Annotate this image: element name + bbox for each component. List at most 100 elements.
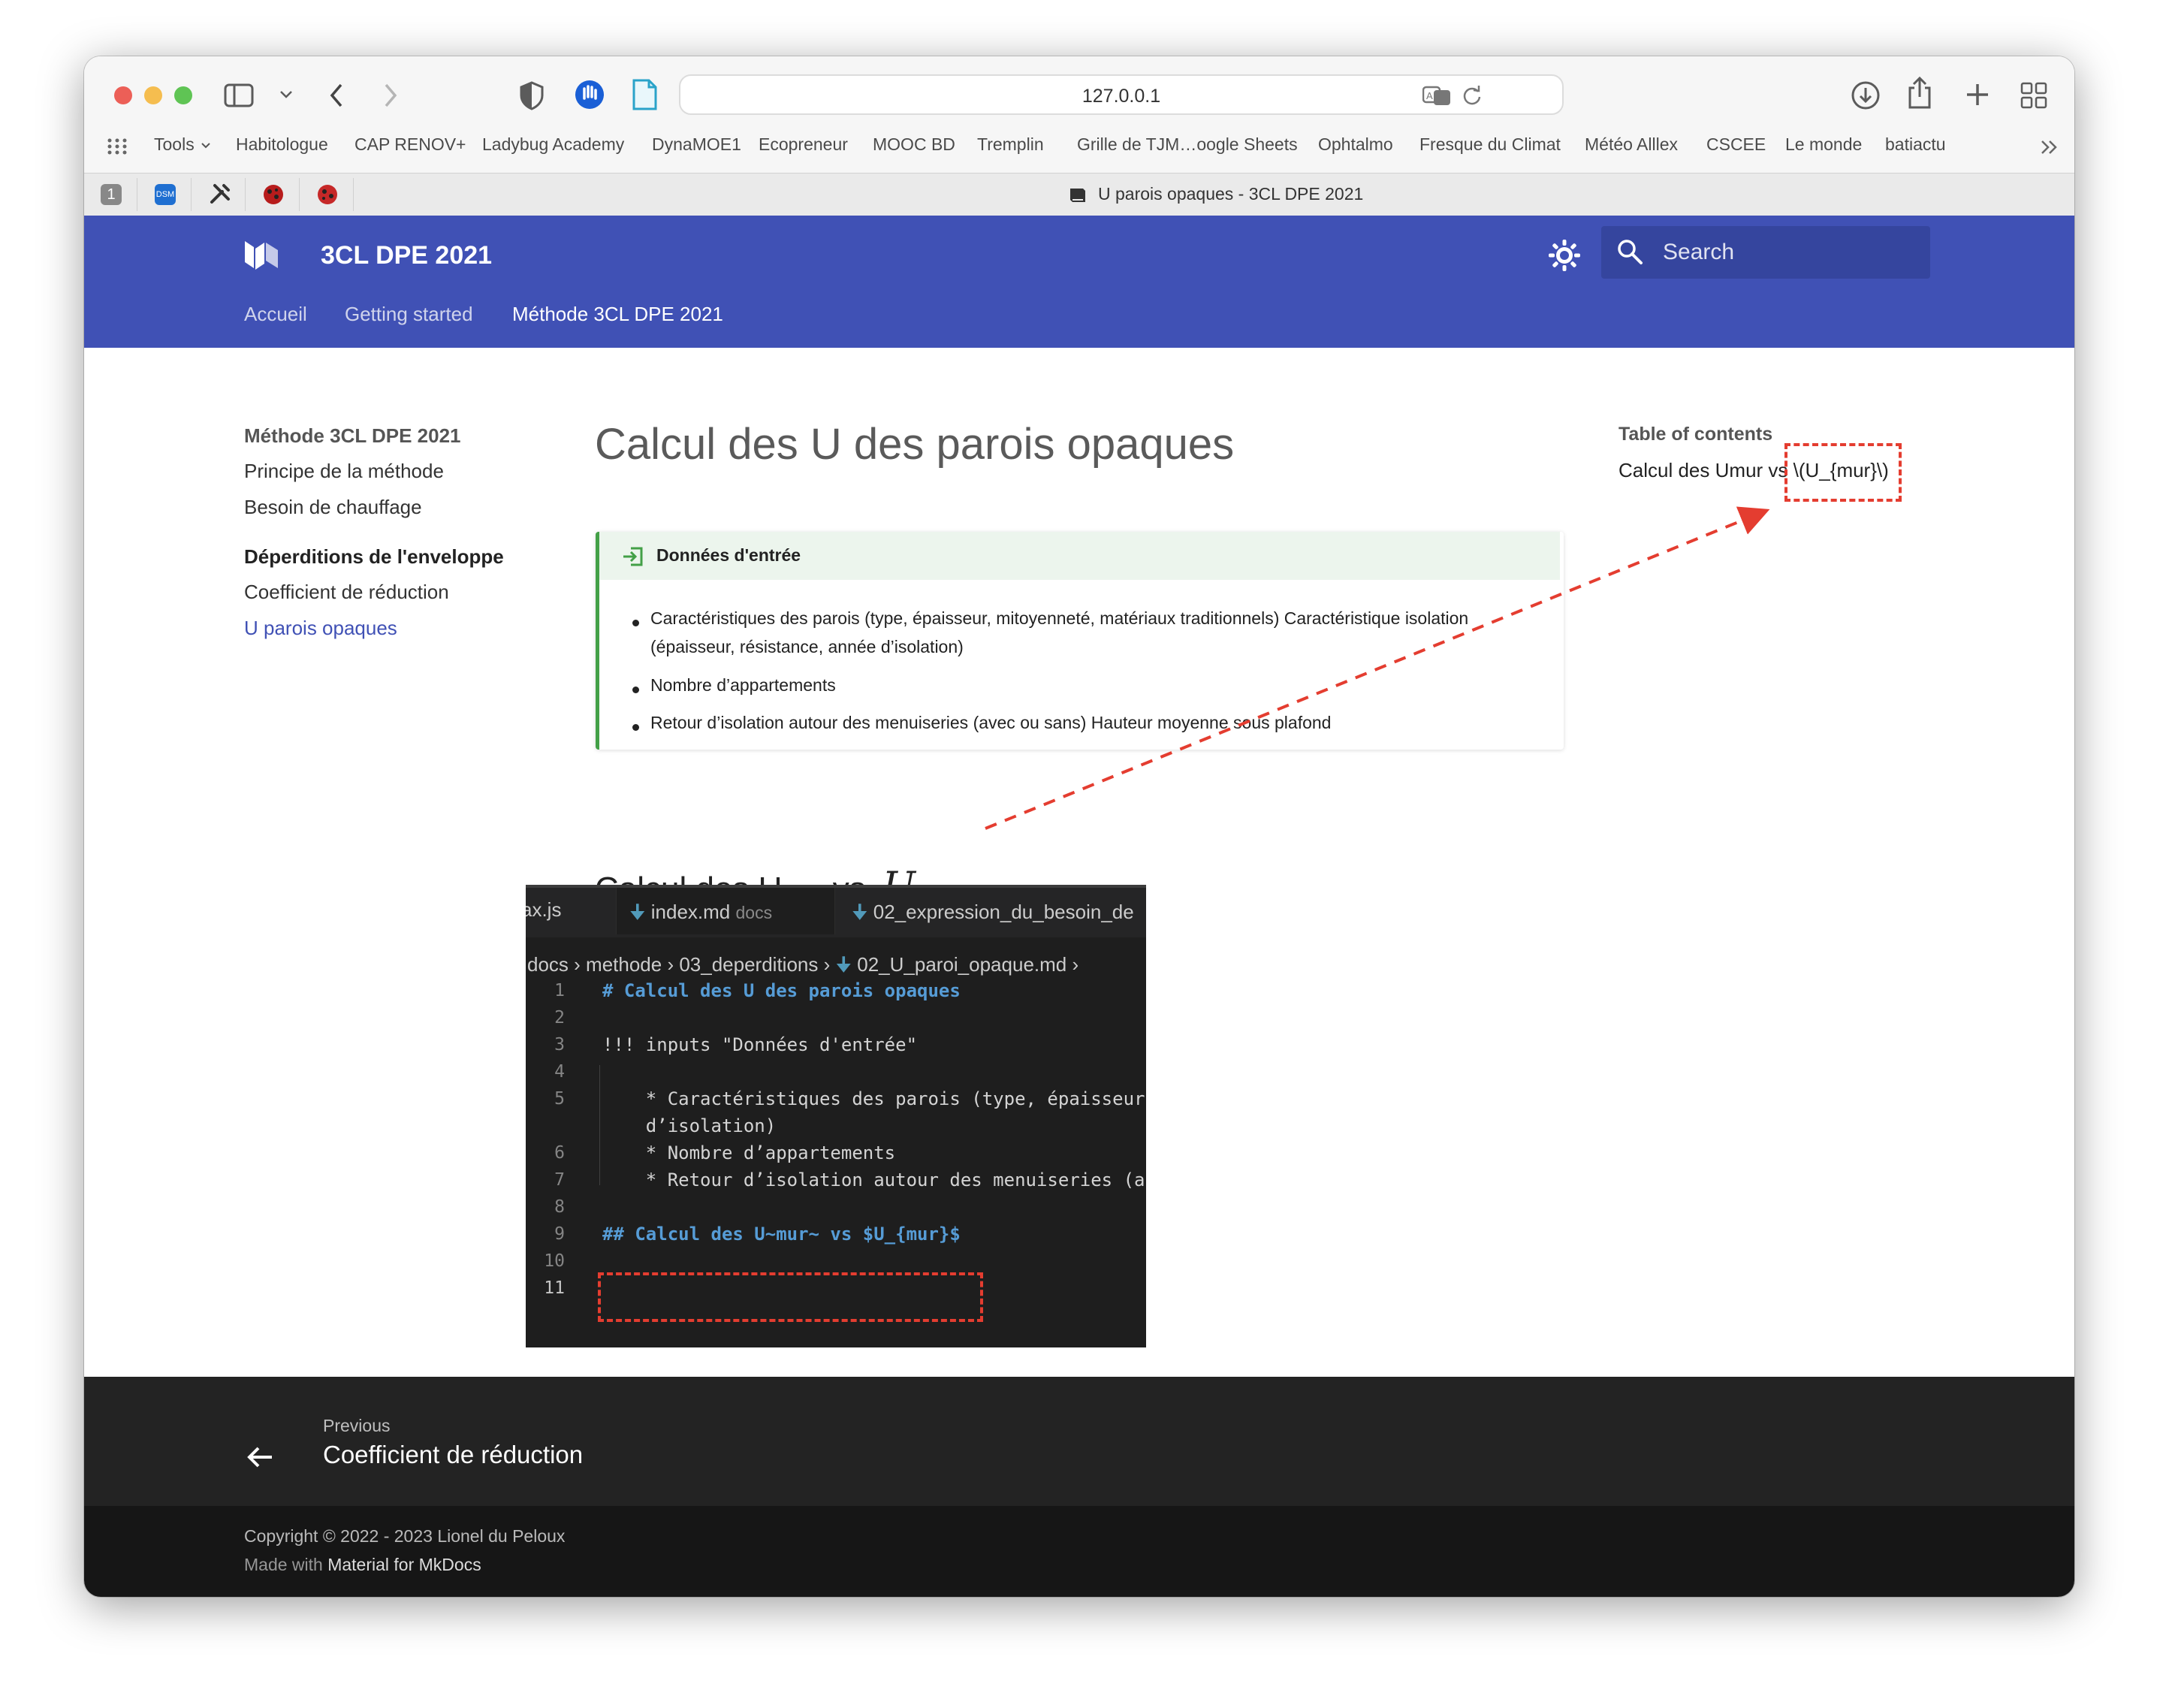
editor-tab-index-md: 🠋 index.md docs [629, 898, 772, 931]
line-number: 3 [554, 1035, 565, 1055]
material-logo-icon[interactable] [243, 238, 281, 271]
material-mkdocs-link[interactable]: Material for MkDocs [327, 1555, 481, 1574]
bookmark-ladybug[interactable]: Ladybug Academy [482, 134, 624, 155]
bookmark-tools[interactable]: Tools [154, 134, 195, 155]
bookmark-ophtalmo[interactable]: Ophtalmo [1318, 134, 1393, 155]
back-icon[interactable] [327, 82, 345, 109]
line-number: 8 [554, 1197, 565, 1217]
bookmark-mooc-bd[interactable]: MOOC BD [873, 134, 955, 155]
indent-guide [599, 1065, 600, 1185]
made-with: Made with Material for MkDocs [244, 1555, 481, 1575]
tab-accueil[interactable]: Accueil [244, 303, 307, 326]
editor-tab-hint: docs [735, 903, 773, 922]
footer-meta [84, 1506, 2074, 1597]
address-bar[interactable]: 127.0.0.1 A [679, 74, 1564, 115]
pinned-tab-tools[interactable] [192, 178, 246, 211]
nav-section-title: Méthode 3CL DPE 2021 [244, 424, 461, 447]
code-line: * Nombre d’appartements [602, 1142, 896, 1163]
bookmark-habitologue[interactable]: Habitologue [236, 134, 328, 155]
nav-item-principe[interactable]: Principe de la méthode [244, 460, 444, 483]
crumb: methode [586, 953, 662, 976]
bullet [632, 620, 639, 626]
code-line-wrap: d’isolation) [602, 1115, 777, 1136]
tab-overview-icon[interactable] [2020, 82, 2047, 109]
ladybug-icon [264, 185, 283, 204]
editor-tab-expression: 🠋 02_expression_du_besoin_de [852, 898, 1134, 931]
privacy-shield-icon[interactable] [518, 80, 545, 110]
bookmark-batiactu[interactable]: batiactu [1885, 134, 1946, 155]
new-tab-icon[interactable] [1965, 82, 1990, 107]
admonition-header: Données d'entrée [599, 532, 1560, 580]
input-item-retour-isolation: Retour d’isolation autour des menuiserie… [650, 713, 1332, 732]
pinned-tab-number: 1 [101, 184, 122, 205]
bookmark-le-monde[interactable]: Le monde [1785, 134, 1862, 155]
search-icon [1618, 240, 1643, 264]
bookmark-cscee[interactable]: CSCEE [1706, 134, 1766, 155]
reload-icon[interactable] [1462, 85, 1483, 106]
translate-icon[interactable]: A [1422, 85, 1453, 106]
annotation-box-code [598, 1272, 983, 1322]
crumb: 03_deperditions [679, 953, 819, 976]
code-line: !!! inputs "Données d'entrée" [602, 1034, 918, 1055]
ublock-extension-icon[interactable] [574, 79, 605, 110]
nav-group-deperditions[interactable]: Déperditions de l'enveloppe [244, 545, 504, 569]
tab-getting-started[interactable]: Getting started [345, 303, 473, 326]
bookmark-ecopreneur[interactable]: Ecopreneur [759, 134, 848, 155]
share-icon[interactable] [1906, 76, 1933, 110]
pinned-tab-dsm[interactable]: DSM [138, 178, 192, 211]
tools-icon [210, 184, 230, 204]
bookmark-tremplin[interactable]: Tremplin [977, 134, 1044, 155]
pinned-tab-ladybug-2[interactable] [300, 178, 354, 211]
line-number: 4 [554, 1062, 565, 1082]
browser-toolbar: 127.0.0.1 A Tools Habitologue CAP RENOV+… [84, 56, 2074, 173]
editor-breadcrumb: docs › methode › 03_deperditions › 🠋 02_… [527, 953, 1079, 976]
bullet [632, 687, 639, 693]
bookmark-meteo[interactable]: Météo Alllex [1585, 134, 1678, 155]
minimize-window-button[interactable] [144, 86, 162, 104]
close-window-button[interactable] [114, 86, 132, 104]
notes-extension-icon[interactable] [631, 79, 658, 110]
zoom-window-button[interactable] [174, 86, 192, 104]
pinned-tab-1[interactable]: 1 [84, 178, 137, 211]
browser-window: 127.0.0.1 A Tools Habitologue CAP RENOV+… [84, 56, 2074, 1597]
bookmark-dynamoe[interactable]: DynaMOE1 [652, 134, 741, 155]
line-number: 10 [544, 1251, 565, 1271]
chevron-down-icon[interactable] [279, 89, 293, 100]
line-number: 5 [554, 1089, 565, 1109]
svg-text:A: A [1426, 90, 1433, 101]
markdown-icon: 🠋 [629, 901, 646, 923]
login-icon [623, 547, 643, 566]
pinned-tab-ladybug-1[interactable] [246, 178, 300, 211]
forward-icon[interactable] [382, 82, 400, 109]
sidebar-toggle-icon[interactable] [224, 83, 254, 107]
bookmark-fresque[interactable]: Fresque du Climat [1419, 134, 1561, 155]
bookmark-grille-tjm[interactable]: Grille de TJM…oogle Sheets [1077, 134, 1298, 155]
site-title[interactable]: 3CL DPE 2021 [321, 241, 492, 270]
inputs-admonition: Données d'entrée Caractéristiques des pa… [596, 532, 1564, 750]
active-tab-title[interactable]: U parois opaques - 3CL DPE 2021 [1098, 184, 1363, 204]
search-input[interactable]: Search [1601, 226, 1930, 279]
bookmark-cap-renov[interactable]: CAP RENOV+ [354, 134, 466, 155]
code-line: # Calcul des U des parois opaques [602, 980, 961, 1001]
ladybug-icon [318, 185, 337, 204]
arrow-left-icon[interactable] [245, 1442, 275, 1472]
admonition-title: Données d'entrée [656, 545, 801, 565]
more-bookmarks-icon[interactable] [2040, 139, 2059, 155]
editor-screenshot: ax.js 🠋 index.md docs 🠋 02_expression_du… [526, 885, 1146, 1347]
footer-previous-link[interactable]: Coefficient de réduction [323, 1441, 583, 1469]
copyright: Copyright © 2022 - 2023 Lionel du Peloux [244, 1526, 566, 1546]
nav-item-u-parois-opaques[interactable]: U parois opaques [244, 617, 397, 640]
nav-item-coefficient-reduction[interactable]: Coefficient de réduction [244, 581, 449, 604]
footer-previous-label: Previous [323, 1416, 391, 1435]
annotation-box-toc [1784, 443, 1902, 502]
nav-item-besoin-chauffage[interactable]: Besoin de chauffage [244, 496, 422, 519]
bookmarks-bar: Tools Habitologue CAP RENOV+ Ladybug Aca… [84, 130, 2074, 161]
toc-title: Table of contents [1619, 424, 1773, 445]
grid-apps-icon[interactable] [107, 137, 128, 155]
tab-methode[interactable]: Méthode 3CL DPE 2021 [512, 303, 723, 326]
markdown-icon: 🠋 [835, 953, 852, 976]
line-number: 2 [554, 1008, 565, 1028]
crumb: 02_U_paroi_opaque.md [857, 953, 1067, 976]
downloads-icon[interactable] [1851, 80, 1881, 110]
brightness-toggle-icon[interactable] [1547, 238, 1582, 273]
